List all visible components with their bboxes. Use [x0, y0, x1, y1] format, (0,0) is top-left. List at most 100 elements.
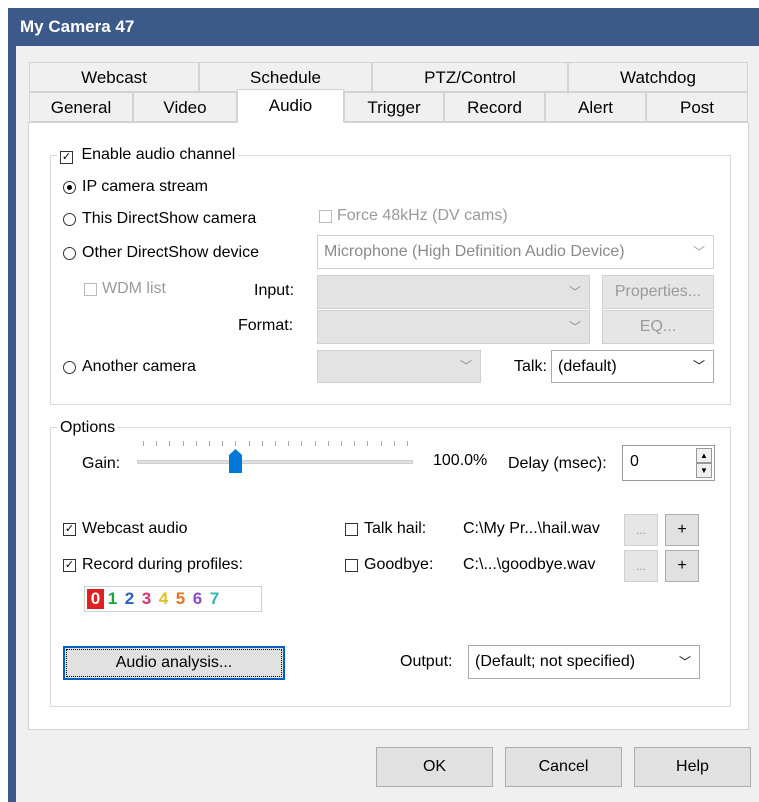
- profile-5[interactable]: 5: [172, 589, 189, 609]
- gain-percent: 100.0%: [433, 452, 488, 469]
- goodbye-browse-button[interactable]: ...: [624, 550, 658, 582]
- tab-trigger[interactable]: Trigger: [344, 92, 444, 122]
- slider-tick: [156, 441, 158, 446]
- talk-hail-label: Talk hail:: [364, 520, 427, 537]
- enable-audio-checkbox[interactable]: ✓: [60, 151, 73, 164]
- talk-hail-browse-button[interactable]: ...: [624, 514, 658, 546]
- enable-audio-row[interactable]: ✓ Enable audio channel: [57, 144, 239, 166]
- directshow-device-select[interactable]: Microphone (High Definition Audio Device…: [317, 235, 714, 269]
- tab-webcast[interactable]: Webcast: [29, 62, 199, 92]
- slider-tick: [341, 441, 342, 446]
- audio-analysis-button[interactable]: Audio analysis...: [63, 646, 285, 680]
- chevron-down-icon: ﹀: [568, 320, 581, 334]
- tab-schedule[interactable]: Schedule: [199, 62, 372, 92]
- goodbye-add-button[interactable]: +: [665, 550, 699, 582]
- slider-tick: [380, 441, 382, 446]
- slider-tick: [222, 441, 224, 446]
- wdm-list-checkbox[interactable]: [84, 283, 97, 296]
- slider-tick: [235, 441, 237, 446]
- tab-record[interactable]: Record: [444, 92, 545, 122]
- tab-ptz-control[interactable]: PTZ/Control: [372, 62, 568, 92]
- radio-this-directshow-camera[interactable]: [63, 213, 76, 226]
- profile-selector[interactable]: 01234567: [84, 586, 262, 612]
- options-title: Options: [57, 417, 119, 439]
- delay-spinner[interactable]: 0 ▲ ▼: [622, 445, 715, 481]
- profile-0[interactable]: 0: [87, 589, 104, 609]
- chevron-down-icon: ﹀: [692, 245, 705, 259]
- profile-4[interactable]: 4: [155, 589, 172, 609]
- window-title-bar[interactable]: My Camera 47: [8, 8, 759, 46]
- slider-tick: [393, 441, 395, 446]
- gain-slider-ticks: [137, 441, 413, 449]
- force-48khz-checkbox[interactable]: [319, 210, 332, 223]
- profile-3[interactable]: 3: [138, 589, 155, 609]
- another-camera-select[interactable]: ﹀: [317, 350, 481, 383]
- profile-7[interactable]: 7: [206, 589, 223, 609]
- slider-tick: [248, 441, 250, 446]
- enable-audio-label: Enable audio channel: [81, 146, 236, 163]
- eq-button[interactable]: EQ...: [602, 310, 714, 344]
- delay-label: Delay (msec):: [508, 455, 607, 472]
- radio-another-camera[interactable]: [63, 361, 76, 374]
- ok-button[interactable]: OK: [376, 747, 493, 787]
- format-label: Format:: [238, 317, 294, 334]
- slider-tick: [367, 441, 369, 446]
- tab-alert[interactable]: Alert: [545, 92, 646, 122]
- slider-tick: [327, 441, 329, 446]
- delay-value: 0: [630, 453, 639, 470]
- chevron-down-icon: ﹀: [678, 655, 691, 669]
- chevron-down-icon: ﹀: [692, 359, 705, 373]
- record-profiles-checkbox[interactable]: ✓: [63, 559, 76, 572]
- talk-hail-add-button[interactable]: +: [665, 514, 699, 546]
- chevron-down-icon: ﹀: [568, 285, 581, 299]
- profile-2[interactable]: 2: [121, 589, 138, 609]
- record-profiles-label: Record during profiles:: [82, 556, 243, 573]
- cancel-button[interactable]: Cancel: [505, 747, 622, 787]
- radio-ip-camera-stream[interactable]: [63, 181, 76, 194]
- slider-tick: [169, 441, 171, 446]
- format-select[interactable]: ﹀: [317, 310, 590, 344]
- tab-video[interactable]: Video: [133, 92, 237, 122]
- slider-tick: [288, 441, 290, 446]
- tab-post[interactable]: Post: [646, 92, 748, 122]
- tab-watchdog[interactable]: Watchdog: [568, 62, 748, 92]
- spin-up-icon[interactable]: ▲: [696, 448, 712, 463]
- profile-1[interactable]: 1: [104, 589, 121, 609]
- gain-slider-track: [137, 460, 413, 464]
- wdm-list-label: WDM list: [102, 280, 166, 297]
- gain-slider-thumb[interactable]: [229, 449, 243, 473]
- force-48khz-label: Force 48kHz (DV cams): [337, 207, 508, 224]
- input-select[interactable]: ﹀: [317, 275, 590, 309]
- tab-audio[interactable]: Audio: [237, 89, 344, 123]
- window-frame: [8, 46, 16, 802]
- slider-tick: [143, 441, 144, 446]
- properties-button[interactable]: Properties...: [602, 275, 714, 309]
- radio-this-directshow-camera-label: This DirectShow camera: [82, 210, 257, 227]
- spin-down-icon[interactable]: ▼: [696, 463, 712, 478]
- slider-tick: [209, 441, 210, 446]
- window-title: My Camera 47: [20, 17, 135, 36]
- goodbye-file: C:\...\goodbye.wav: [463, 556, 596, 573]
- talk-label: Talk:: [514, 358, 547, 375]
- tab-general[interactable]: General: [29, 92, 133, 122]
- output-select[interactable]: (Default; not specified) ﹀: [468, 645, 700, 679]
- slider-tick: [195, 441, 197, 446]
- help-button[interactable]: Help: [634, 747, 751, 787]
- radio-ip-camera-stream-label: IP camera stream: [82, 178, 208, 195]
- chevron-down-icon: ﹀: [459, 359, 472, 373]
- slider-tick: [275, 441, 276, 446]
- webcast-audio-checkbox[interactable]: ✓: [63, 523, 76, 536]
- radio-other-directshow-device-label: Other DirectShow device: [82, 244, 259, 261]
- talk-hail-checkbox[interactable]: [345, 523, 358, 536]
- gain-slider[interactable]: [137, 436, 413, 476]
- radio-other-directshow-device[interactable]: [63, 247, 76, 260]
- goodbye-checkbox[interactable]: [345, 559, 358, 572]
- talk-select[interactable]: (default) ﹀: [551, 350, 714, 383]
- output-label: Output:: [400, 653, 453, 670]
- input-label: Input:: [254, 282, 295, 299]
- gain-label: Gain:: [82, 455, 121, 472]
- goodbye-label: Goodbye:: [364, 556, 434, 573]
- talk-hail-file: C:\My Pr...\hail.wav: [463, 520, 600, 537]
- profile-6[interactable]: 6: [189, 589, 206, 609]
- slider-tick: [354, 441, 356, 446]
